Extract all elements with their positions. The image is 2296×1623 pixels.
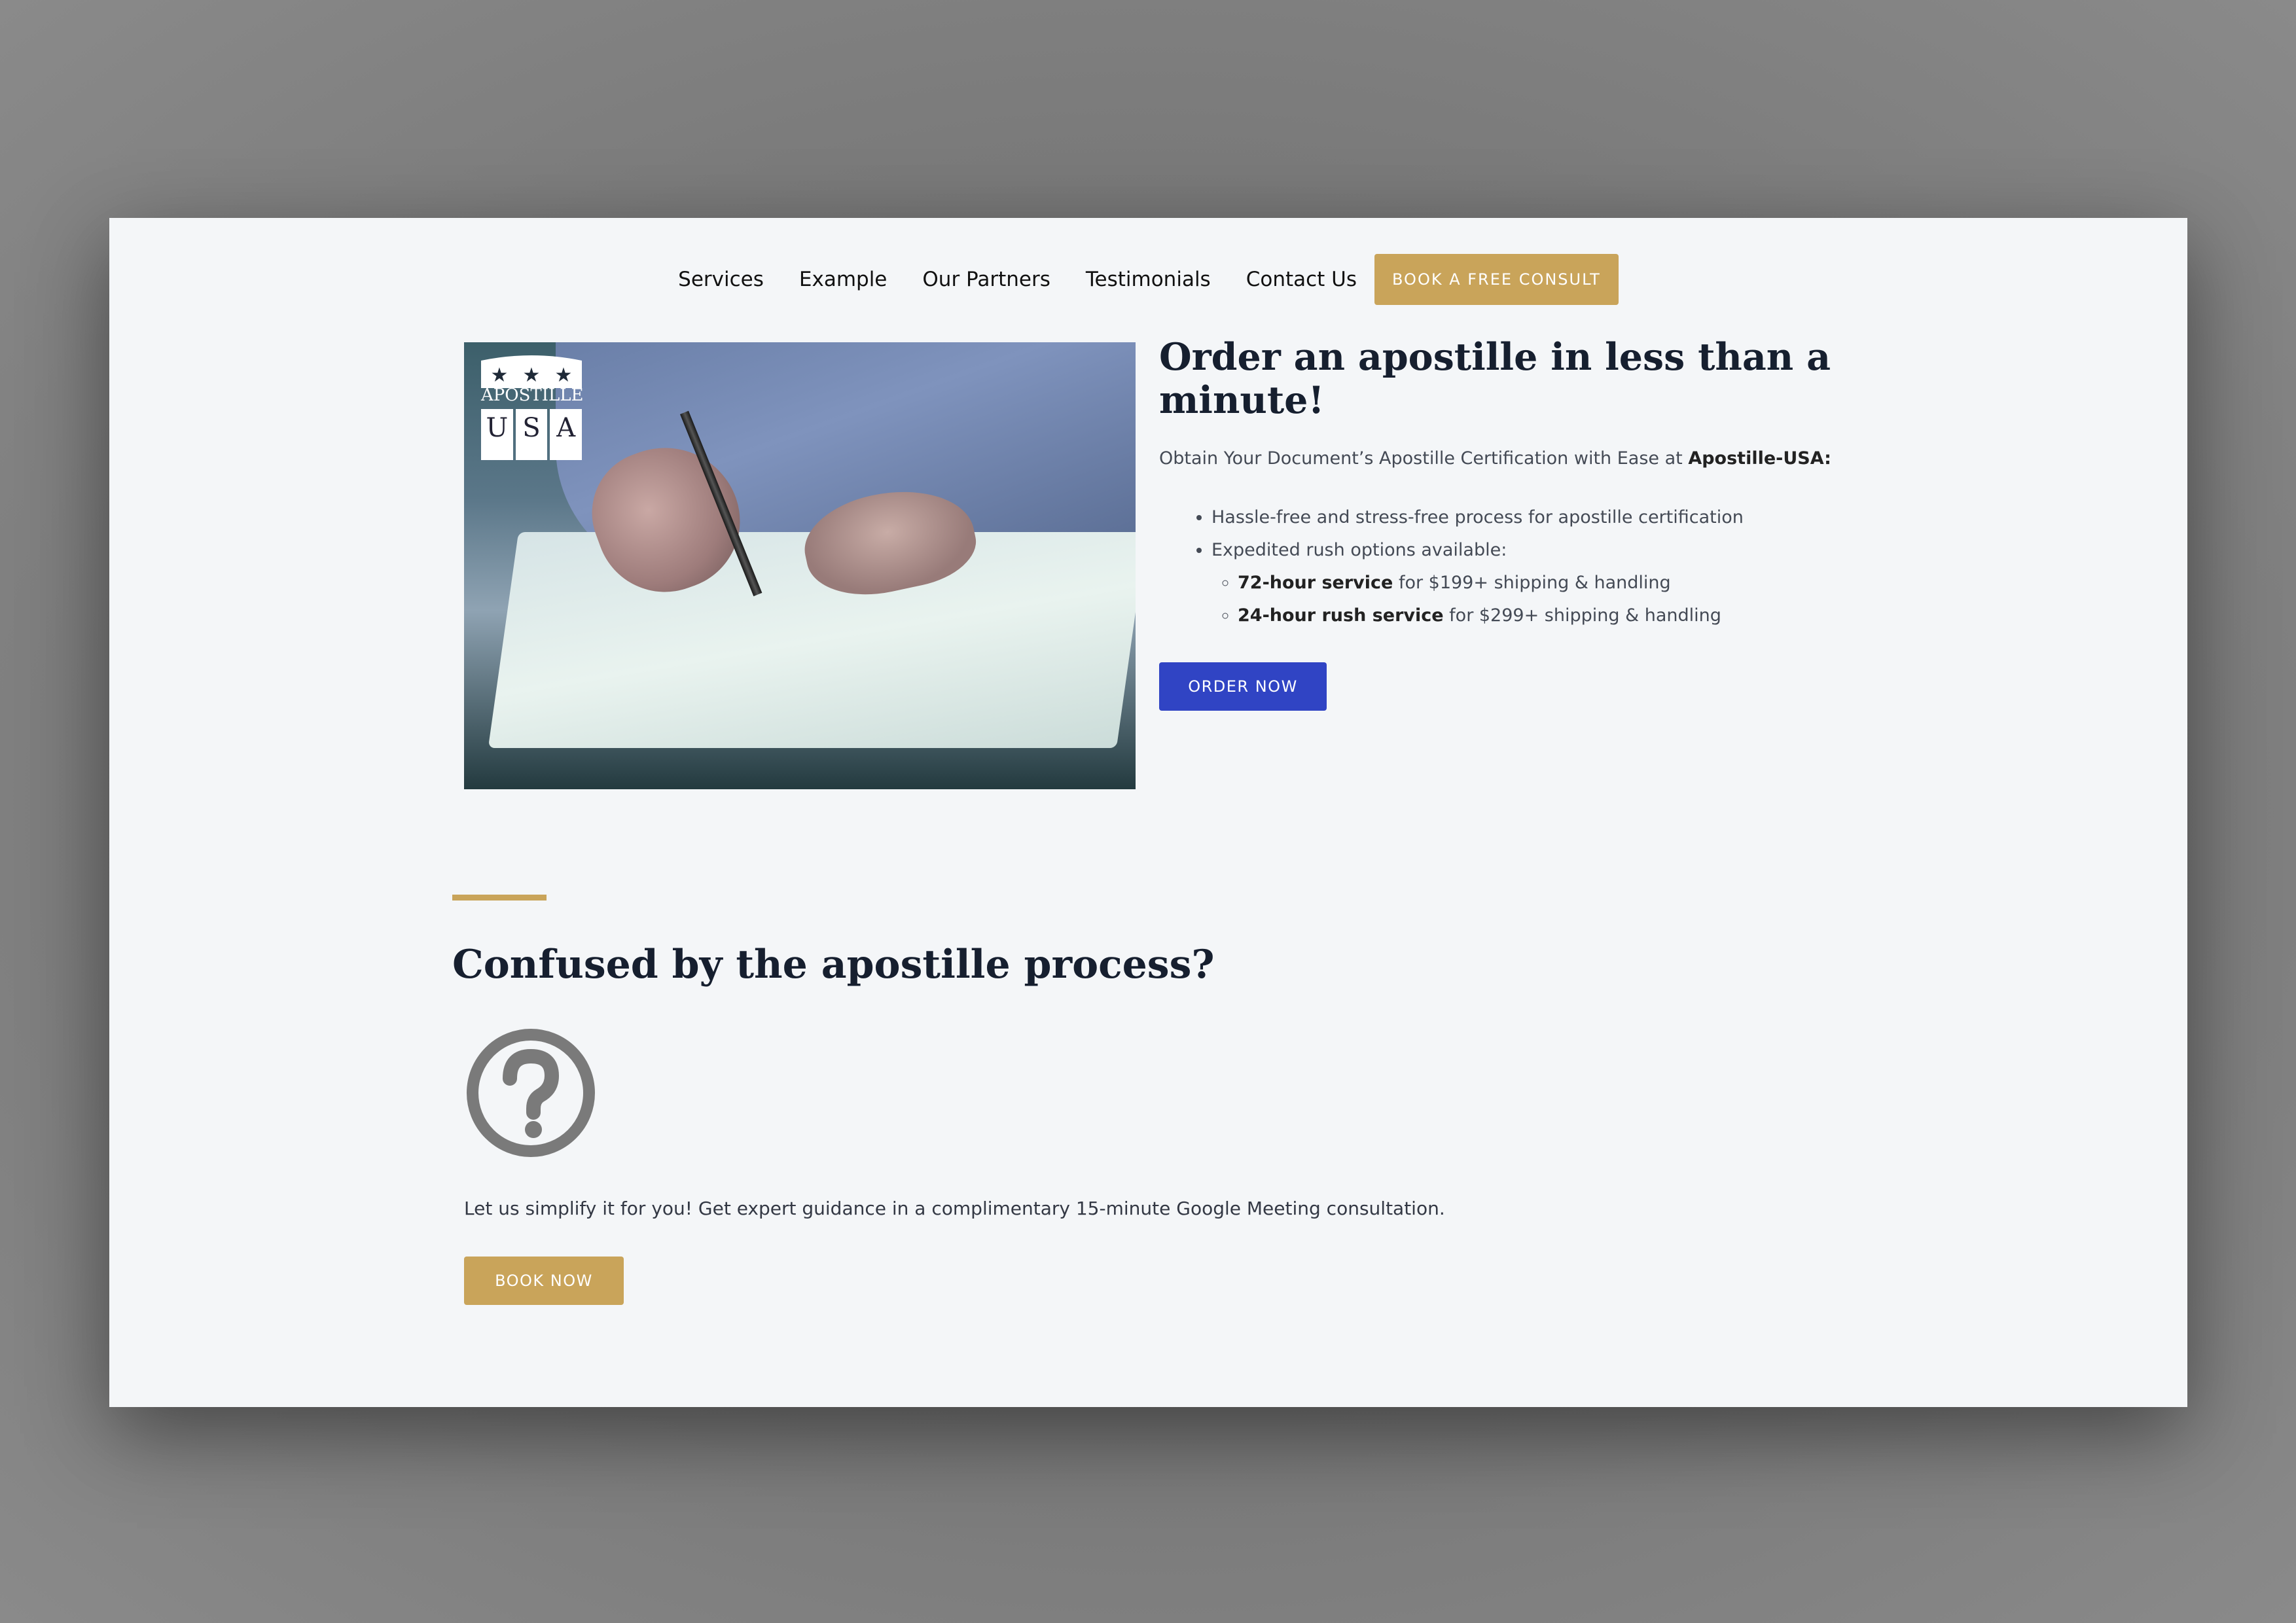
rush-option-detail: for $199+ shipping & handling: [1393, 573, 1671, 593]
top-nav: Services Example Our Partners Testimonia…: [109, 253, 2187, 306]
svg-text:★: ★: [555, 364, 573, 387]
browser-window: Services Example Our Partners Testimonia…: [109, 218, 2187, 1407]
feature-item: Expedited rush options available: 72-hou…: [1211, 534, 1853, 632]
nav-testimonials[interactable]: Testimonials: [1086, 268, 1211, 291]
logo-wordmark: APOSTILLE: [481, 385, 584, 405]
book-free-consult-button[interactable]: BOOK A FREE CONSULT: [1374, 254, 1619, 305]
svg-text:★: ★: [523, 364, 541, 387]
rush-option: 72-hour service for $199+ shipping & han…: [1238, 567, 1853, 599]
rush-option-name: 24-hour rush service: [1238, 605, 1444, 626]
hero-image: ★ ★ ★ APOSTILLE U S A: [464, 342, 1136, 789]
logo-letter-s: S: [515, 409, 548, 460]
logo-letter-u: U: [481, 409, 513, 460]
nav-example[interactable]: Example: [799, 268, 888, 291]
order-now-button[interactable]: ORDER NOW: [1159, 662, 1327, 711]
consultation-text: Let us simplify it for you! Get expert g…: [464, 1198, 1445, 1219]
hero-content: Order an apostille in less than a minute…: [1159, 336, 1853, 711]
question-circle-icon: [467, 1029, 595, 1157]
hero-subtitle-text: Obtain Your Document’s Apostille Certifi…: [1159, 448, 1689, 469]
svg-text:★: ★: [491, 364, 509, 387]
section-accent-divider: [452, 895, 547, 901]
rush-option-name: 72-hour service: [1238, 573, 1393, 593]
hero-subtitle: Obtain Your Document’s Apostille Certifi…: [1159, 448, 1853, 469]
hero-title: Order an apostille in less than a minute…: [1159, 335, 1831, 422]
feature-item: Hassle-free and stress-free process for …: [1211, 501, 1853, 534]
logo-letters: U S A: [481, 409, 583, 460]
nav-services[interactable]: Services: [678, 268, 764, 291]
nav-our-partners[interactable]: Our Partners: [922, 268, 1050, 291]
nav-contact-us[interactable]: Contact Us: [1246, 268, 1357, 291]
logo-letter-a: A: [550, 409, 583, 460]
rush-option-detail: for $299+ shipping & handling: [1443, 605, 1721, 626]
rush-options-list: 72-hour service for $199+ shipping & han…: [1211, 567, 1853, 632]
logo-stars-icon: ★ ★ ★: [481, 355, 582, 388]
apostille-usa-logo: ★ ★ ★ APOSTILLE U S A: [481, 355, 584, 464]
rush-option: 24-hour rush service for $299+ shipping …: [1238, 599, 1853, 632]
hero-subtitle-brand: Apostille-USA:: [1688, 448, 1831, 469]
feature-item-label: Expedited rush options available:: [1211, 540, 1507, 560]
book-now-button[interactable]: BOOK NOW: [464, 1257, 624, 1305]
feature-list: Hassle-free and stress-free process for …: [1159, 501, 1853, 632]
section-title: Confused by the apostille process?: [452, 942, 1215, 988]
